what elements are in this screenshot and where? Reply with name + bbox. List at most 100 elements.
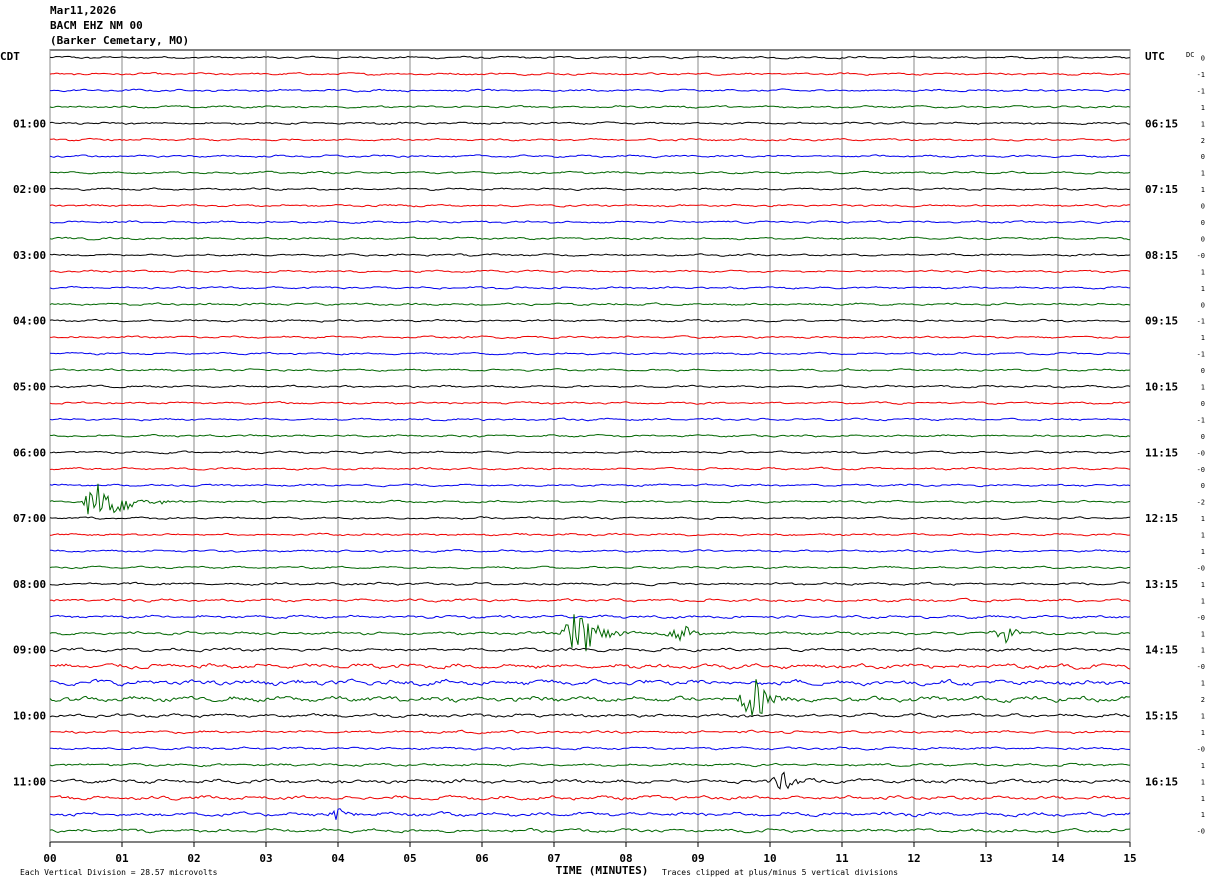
trace-15 [49, 285, 1131, 290]
trace-5 [49, 121, 1131, 126]
trace-28 [49, 483, 1131, 515]
dc-offset-label: 2 [1201, 696, 1205, 704]
dc-offset-label: 1 [1201, 285, 1205, 293]
trace-31 [49, 549, 1131, 553]
dc-offset-label: 1 [1201, 384, 1205, 392]
dc-offset-label: 1 [1201, 104, 1205, 112]
trace-36 [49, 614, 1131, 652]
utc-time-label: 10:15 [1145, 381, 1178, 394]
trace-40 [49, 679, 1131, 716]
dc-offset-label: -1 [1197, 318, 1205, 326]
trace-24 [49, 433, 1131, 438]
cdt-time-label: 03:00 [13, 249, 46, 262]
dc-offset-label: 1 [1201, 170, 1205, 178]
trace-6 [49, 137, 1131, 142]
dc-offset-label: 1 [1201, 186, 1205, 194]
trace-44 [49, 762, 1131, 768]
x-tick-label: 01 [115, 852, 129, 865]
trace-27 [49, 483, 1131, 488]
trace-41 [49, 712, 1131, 719]
cdt-time-label: 05:00 [13, 381, 46, 394]
trace-16 [49, 302, 1131, 307]
utc-time-label: 07:15 [1145, 183, 1178, 196]
trace-10 [49, 203, 1131, 208]
dc-offset-label: -1 [1197, 71, 1205, 79]
dc-offset-label: 0 [1201, 400, 1205, 408]
utc-time-label: 06:15 [1145, 117, 1178, 130]
utc-time-label: 13:15 [1145, 578, 1178, 591]
trace-7 [49, 154, 1131, 159]
x-tick-label: 15 [1123, 852, 1136, 865]
dc-offset-label: 0 [1201, 203, 1205, 211]
utc-time-label: 08:15 [1145, 249, 1178, 262]
x-tick-label: 05 [403, 852, 416, 865]
dc-offset-label: 1 [1201, 630, 1205, 638]
utc-time-label: 09:15 [1145, 315, 1178, 328]
dc-offset-label: 0 [1201, 219, 1205, 227]
trace-46 [49, 794, 1131, 801]
cdt-time-label: 04:00 [13, 315, 46, 328]
dc-offset-label: -0 [1197, 449, 1205, 457]
dc-offset-label: -1 [1197, 416, 1205, 424]
cdt-time-label: 07:00 [13, 512, 46, 525]
dc-offset-label: 0 [1201, 301, 1205, 309]
utc-time-label: 16:15 [1145, 775, 1178, 788]
x-tick-label: 13 [979, 852, 992, 865]
dc-offset-label: -1 [1197, 87, 1205, 95]
dc-offset-label: 0 [1201, 153, 1205, 161]
trace-8 [49, 170, 1131, 175]
dc-offset-label: 1 [1201, 334, 1205, 342]
dc-offset-label: 0 [1201, 55, 1205, 63]
trace-9 [49, 187, 1131, 192]
utc-time-label: 15:15 [1145, 710, 1178, 723]
trace-19 [49, 351, 1131, 356]
trace-39 [49, 678, 1131, 687]
dc-offset-label: 0 [1201, 482, 1205, 490]
dc-offset-label: -1 [1197, 351, 1205, 359]
trace-11 [49, 220, 1131, 224]
trace-45 [49, 771, 1131, 790]
plot-frame [49, 49, 1131, 843]
dc-offset-label: 1 [1201, 268, 1205, 276]
x-tick-label: 06 [475, 852, 489, 865]
x-tick-label: 11 [835, 852, 849, 865]
trace-20 [49, 368, 1131, 372]
x-tick-label: 09 [691, 852, 704, 865]
trace-4 [49, 105, 1131, 109]
trace-14 [49, 269, 1131, 274]
trace-18 [49, 335, 1131, 340]
trace-37 [49, 647, 1131, 653]
dc-offset-label: 1 [1201, 581, 1205, 589]
trace-30 [49, 532, 1131, 537]
x-tick-label: 00 [43, 852, 56, 865]
right-axis-title: UTC [1145, 50, 1165, 63]
cdt-time-label: 08:00 [13, 578, 46, 591]
dc-offset-label: 1 [1201, 778, 1205, 786]
left-axis-title: CDT [0, 50, 20, 63]
trace-2 [49, 72, 1131, 76]
trace-29 [49, 516, 1131, 521]
trace-43 [50, 746, 1131, 751]
trace-3 [50, 88, 1131, 93]
trace-38 [49, 663, 1131, 670]
trace-48 [49, 827, 1131, 834]
cdt-time-label: 10:00 [13, 710, 46, 723]
cdt-time-label: 11:00 [13, 775, 46, 788]
trace-35 [49, 614, 1131, 620]
trace-21 [49, 384, 1131, 389]
dc-offset-label: 0 [1201, 367, 1205, 375]
dc-offset-label: 1 [1201, 120, 1205, 128]
x-tick-label: 04 [331, 852, 345, 865]
trace-12 [49, 236, 1131, 241]
dc-offset-label: -2 [1197, 499, 1205, 507]
dc-offset-label: 1 [1201, 647, 1205, 655]
utc-time-label: 12:15 [1145, 512, 1178, 525]
dc-offset-label: -0 [1197, 828, 1205, 836]
dc-offset-label: -0 [1197, 466, 1205, 474]
dc-offset-label: 0 [1201, 433, 1205, 441]
utc-time-label: 14:15 [1145, 644, 1178, 657]
trace-17 [49, 318, 1131, 323]
dc-offset-label: -0 [1197, 663, 1205, 671]
dc-offset-label: 1 [1201, 811, 1205, 819]
trace-13 [49, 253, 1131, 257]
